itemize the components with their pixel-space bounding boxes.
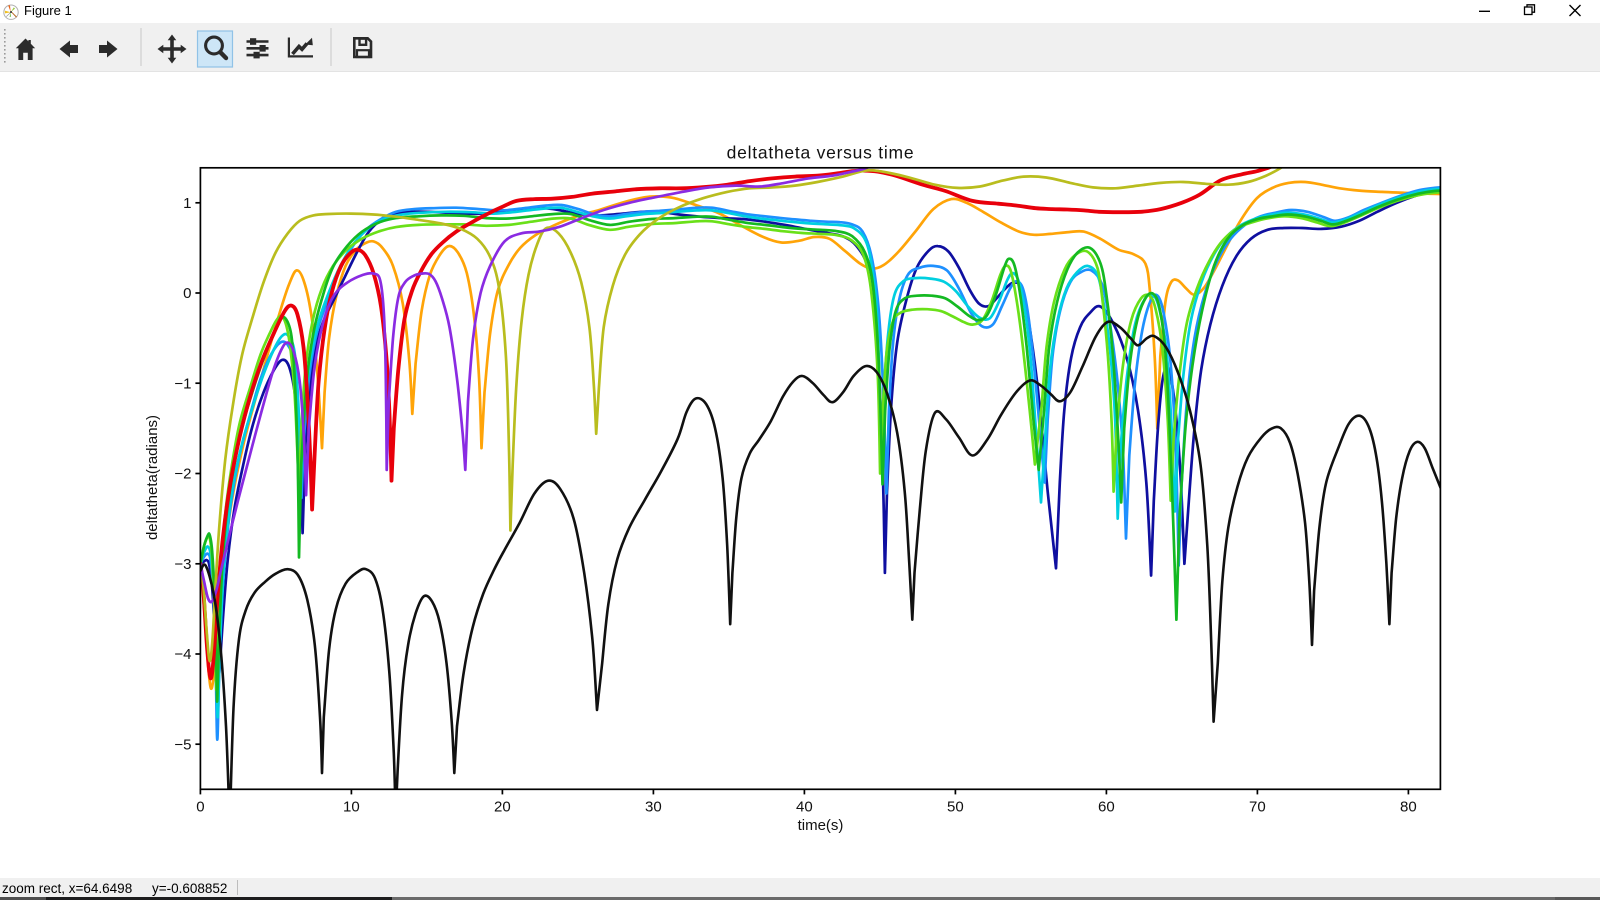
svg-text:10: 10 [343,799,360,816]
svg-text:60: 60 [1098,799,1115,816]
svg-text:30: 30 [645,799,662,816]
svg-text:70: 70 [1249,799,1266,816]
svg-text:0: 0 [196,799,204,816]
svg-text:20: 20 [494,799,511,816]
svg-text:−1: −1 [174,375,191,392]
svg-text:−4: −4 [174,646,191,663]
svg-text:50: 50 [947,799,964,816]
svg-text:0: 0 [183,285,191,302]
svg-text:time(s): time(s) [798,817,844,834]
svg-text:40: 40 [796,799,813,816]
svg-text:−5: −5 [174,737,191,754]
svg-text:deltatheta(radians): deltatheta(radians) [144,415,161,540]
svg-text:deltatheta versus time: deltatheta versus time [727,143,915,163]
svg-text:80: 80 [1400,799,1417,816]
svg-text:−3: −3 [174,556,191,573]
svg-text:1: 1 [183,195,191,212]
svg-text:−2: −2 [174,466,191,483]
